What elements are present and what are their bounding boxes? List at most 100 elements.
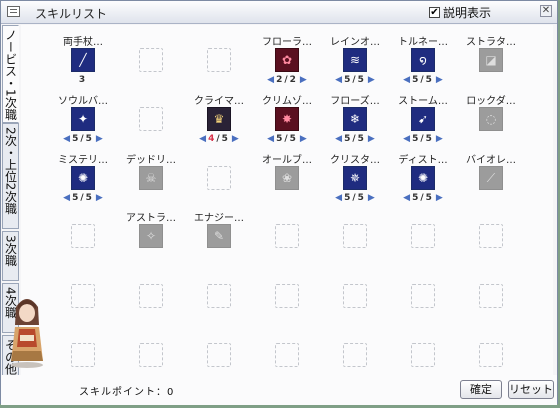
- crystal-icon[interactable]: ✵: [343, 166, 367, 190]
- skill-level-text: 5/5: [412, 75, 434, 85]
- description-toggle[interactable]: ✔ 説明表示: [429, 4, 491, 20]
- astral-icon[interactable]: ✧: [139, 224, 163, 248]
- skill-slot: [119, 322, 183, 382]
- skill-slot[interactable]: レインオ… ≋ ◀ 5/5 ▶: [323, 27, 387, 87]
- skill-name: アストラ…: [126, 213, 176, 224]
- skill-glyph: ✸: [281, 112, 293, 126]
- level-up-arrow-icon[interactable]: ▶: [96, 193, 103, 203]
- rain-icon[interactable]: ≋: [343, 48, 367, 72]
- skill-name: クライマ…: [194, 96, 244, 107]
- tab-novice-1st[interactable]: ノービス・1次職: [2, 25, 19, 123]
- skill-name: エナジー…: [194, 213, 244, 224]
- level-up-arrow-icon[interactable]: ▶: [436, 134, 443, 144]
- strata-icon[interactable]: ◪: [479, 48, 503, 72]
- skill-glyph: ≋: [349, 53, 361, 67]
- skill-slot[interactable]: クリスタ… ✵ ◀ 5/5 ▶: [323, 145, 387, 205]
- skill-slot[interactable]: バイオレ… ⟋: [459, 145, 523, 205]
- skill-glyph: ❄: [349, 112, 361, 126]
- crimson-icon[interactable]: ✸: [275, 107, 299, 131]
- level-down-arrow-icon[interactable]: ◀: [403, 75, 410, 85]
- skill-level-row: ◀ 5/5 ▶: [255, 133, 319, 145]
- rock-down-icon[interactable]: ◌: [479, 107, 503, 131]
- distortion-icon[interactable]: ✺: [411, 166, 435, 190]
- level-down-arrow-icon[interactable]: ◀: [199, 134, 206, 144]
- skill-glyph: ✵: [349, 171, 361, 185]
- flora-icon[interactable]: ✿: [275, 48, 299, 72]
- skill-slot[interactable]: トルネー… ໑ ◀ 5/5 ▶: [391, 27, 455, 87]
- skill-name: ディスト…: [398, 155, 448, 166]
- skill-slot[interactable]: デッドリ… ☠: [119, 145, 183, 205]
- level-down-arrow-icon[interactable]: ◀: [335, 134, 342, 144]
- skill-slot[interactable]: アストラ… ✧: [119, 203, 183, 263]
- description-toggle-label: 説明表示: [443, 5, 492, 20]
- skill-name: ストラタ…: [466, 37, 516, 48]
- deadly-icon[interactable]: ☠: [139, 166, 163, 190]
- skill-level-max: 5: [357, 193, 366, 203]
- tab-2nd-trans[interactable]: 2次・上位2次職: [2, 123, 19, 229]
- level-down-arrow-icon[interactable]: ◀: [335, 193, 342, 203]
- climax-icon[interactable]: ♛: [207, 107, 231, 131]
- level-up-arrow-icon[interactable]: ▶: [96, 134, 103, 144]
- skill-slot[interactable]: ストーム… ➹ ◀ 5/5 ▶: [391, 86, 455, 146]
- skill-list-window: スキルリスト ✔ 説明表示 ✕ ノービス・1次職 2次・上位2次職 3次職 4次…: [0, 0, 558, 405]
- skill-slot[interactable]: クライマ… ♛ ◀ 4/5 ▶: [187, 86, 251, 146]
- skill-slot[interactable]: エナジー… ✎: [187, 203, 251, 263]
- level-down-arrow-icon[interactable]: ◀: [403, 134, 410, 144]
- skill-slot[interactable]: ミステリ… ✺ ◀ 5/5 ▶: [51, 145, 115, 205]
- level-up-arrow-icon[interactable]: ▶: [300, 75, 307, 85]
- level-up-arrow-icon[interactable]: ▶: [368, 75, 375, 85]
- level-down-arrow-icon[interactable]: ◀: [63, 193, 70, 203]
- window-title: スキルリスト: [35, 7, 108, 21]
- skill-level-max: 5: [425, 193, 434, 203]
- title-bar[interactable]: スキルリスト ✔ 説明表示 ✕: [1, 1, 557, 24]
- frozen-icon[interactable]: ❄: [343, 107, 367, 131]
- close-button[interactable]: ✕: [540, 5, 552, 17]
- level-down-arrow-icon[interactable]: ◀: [267, 75, 274, 85]
- energy-icon[interactable]: ✎: [207, 224, 231, 248]
- level-up-arrow-icon[interactable]: ▶: [436, 75, 443, 85]
- level-down-arrow-icon[interactable]: ◀: [403, 193, 410, 203]
- skill-glyph: ✺: [417, 171, 429, 185]
- empty-slot-icon: [207, 284, 231, 308]
- all-bloom-icon[interactable]: ❀: [275, 166, 299, 190]
- confirm-button[interactable]: 確定: [460, 380, 502, 399]
- skill-grid: 両手杖… ╱ 3 フローラ… ✿ ◀ 2/2 ▶ レインオ… ≋ ◀ 5/5 ▶ トルネー… ໑ ◀ 5/5 ▶ ス…: [21, 25, 553, 375]
- tab-3rd[interactable]: 3次職: [2, 231, 19, 281]
- level-down-arrow-icon[interactable]: ◀: [335, 75, 342, 85]
- level-up-arrow-icon[interactable]: ▶: [232, 134, 239, 144]
- skill-slot[interactable]: フローズ… ❄ ◀ 5/5 ▶: [323, 86, 387, 146]
- two-hand-staff-icon[interactable]: ╱: [71, 48, 95, 72]
- empty-slot-icon: [411, 284, 435, 308]
- skill-level-text: 5/5: [72, 193, 94, 203]
- character-avatar: [11, 299, 43, 368]
- skill-slot[interactable]: オールブ… ❀: [255, 145, 319, 205]
- level-up-arrow-icon[interactable]: ▶: [368, 193, 375, 203]
- violent-icon[interactable]: ⟋: [479, 166, 503, 190]
- skill-level-max: 5: [221, 134, 230, 144]
- mystery-icon[interactable]: ✺: [71, 166, 95, 190]
- skill-slot[interactable]: ストラタ… ◪: [459, 27, 523, 87]
- tornado-icon[interactable]: ໑: [411, 48, 435, 72]
- skill-slot[interactable]: クリムゾ… ✸ ◀ 5/5 ▶: [255, 86, 319, 146]
- empty-slot-icon: [207, 343, 231, 367]
- skill-slot: [459, 322, 523, 382]
- storm-icon[interactable]: ➹: [411, 107, 435, 131]
- skill-slot[interactable]: 両手杖… ╱ 3: [51, 27, 115, 87]
- soul-bolt-icon[interactable]: ✦: [71, 107, 95, 131]
- description-checkbox[interactable]: ✔: [429, 6, 440, 18]
- level-down-arrow-icon[interactable]: ◀: [267, 134, 274, 144]
- empty-slot-icon: [207, 166, 231, 190]
- skill-glyph: ❀: [281, 171, 293, 185]
- skill-slot[interactable]: フローラ… ✿ ◀ 2/2 ▶: [255, 27, 319, 87]
- skill-slot[interactable]: ソウルバ… ✦ ◀ 5/5 ▶: [51, 86, 115, 146]
- reset-button[interactable]: リセット: [508, 380, 554, 399]
- skill-level-row: ◀ 5/5 ▶: [391, 74, 455, 86]
- skill-slot: [51, 322, 115, 382]
- skill-points-label: スキルポイント：0: [79, 387, 175, 398]
- level-up-arrow-icon[interactable]: ▶: [300, 134, 307, 144]
- skill-slot[interactable]: ロックダ… ◌: [459, 86, 523, 146]
- level-down-arrow-icon[interactable]: ◀: [63, 134, 70, 144]
- level-up-arrow-icon[interactable]: ▶: [436, 193, 443, 203]
- skill-slot[interactable]: ディスト… ✺ ◀ 5/5 ▶: [391, 145, 455, 205]
- level-up-arrow-icon[interactable]: ▶: [368, 134, 375, 144]
